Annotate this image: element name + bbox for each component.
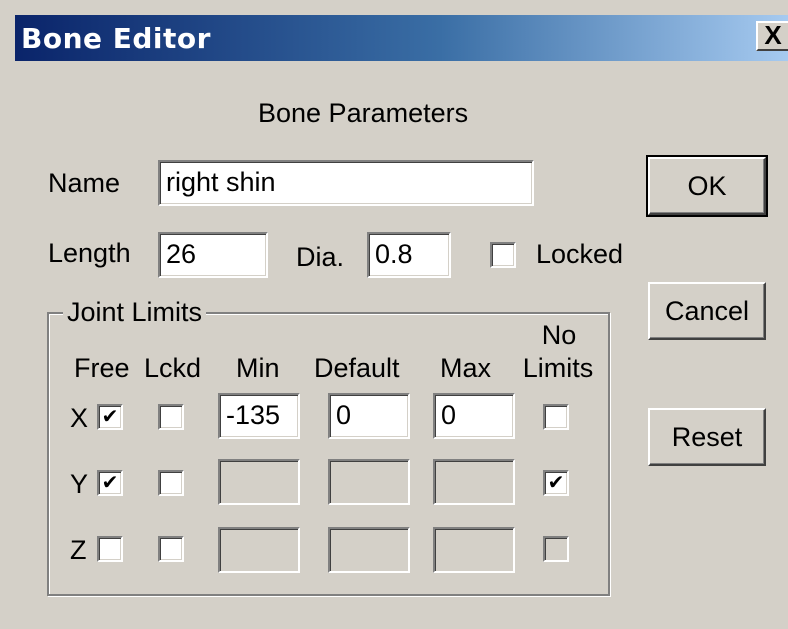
length-input[interactable]: 26 xyxy=(158,232,268,278)
x-min-input[interactable]: -135 xyxy=(218,393,300,439)
x-max-input[interactable]: 0 xyxy=(433,393,515,439)
z-min-input[interactable] xyxy=(218,527,300,573)
title-bar[interactable]: Bone Editor X xyxy=(15,15,788,61)
close-icon: X xyxy=(764,20,782,50)
dia-input[interactable]: 0.8 xyxy=(367,232,451,278)
col-max: Max xyxy=(440,353,492,383)
col-no-limits-1: No xyxy=(541,320,577,350)
y-lckd-checkbox[interactable] xyxy=(158,470,184,496)
y-max-input[interactable] xyxy=(433,459,515,505)
col-min: Min xyxy=(236,353,280,383)
length-label: Length xyxy=(48,238,131,268)
z-free-checkbox[interactable] xyxy=(97,536,123,562)
reset-button[interactable]: Reset xyxy=(648,408,766,466)
col-default: Default xyxy=(314,353,400,383)
z-lckd-checkbox[interactable] xyxy=(158,536,184,562)
y-no-limits-checkbox[interactable]: ✔ xyxy=(543,470,569,496)
x-lckd-checkbox[interactable] xyxy=(158,404,184,430)
close-button[interactable]: X xyxy=(756,21,788,51)
z-default-input[interactable] xyxy=(328,527,410,573)
cancel-button[interactable]: Cancel xyxy=(648,282,766,340)
window-title: Bone Editor xyxy=(21,22,211,55)
name-label: Name xyxy=(48,168,121,198)
axis-y-label: Y xyxy=(70,469,89,499)
z-no-limits-checkbox[interactable] xyxy=(543,536,569,562)
check-icon: ✔ xyxy=(547,470,565,494)
col-lckd: Lckd xyxy=(144,353,202,383)
x-free-checkbox[interactable]: ✔ xyxy=(97,404,123,430)
name-input[interactable]: right shin xyxy=(158,160,534,206)
locked-checkbox[interactable] xyxy=(490,242,516,268)
y-default-input[interactable] xyxy=(328,459,410,505)
bone-parameters-heading: Bone Parameters xyxy=(258,98,469,128)
joint-limits-title: Joint Limits xyxy=(63,297,207,328)
ok-button[interactable]: OK xyxy=(646,155,768,217)
dia-label: Dia. xyxy=(296,242,345,272)
check-icon: ✔ xyxy=(101,470,119,494)
check-icon: ✔ xyxy=(101,404,119,428)
col-free: Free xyxy=(74,353,130,383)
locked-label: Locked xyxy=(536,239,624,269)
y-min-input[interactable] xyxy=(218,459,300,505)
axis-z-label: Z xyxy=(70,535,87,565)
y-free-checkbox[interactable]: ✔ xyxy=(97,470,123,496)
z-max-input[interactable] xyxy=(433,527,515,573)
axis-x-label: X xyxy=(70,403,89,433)
x-no-limits-checkbox[interactable] xyxy=(543,404,569,430)
col-no-limits-2: Limits xyxy=(522,353,594,383)
x-default-input[interactable]: 0 xyxy=(328,393,410,439)
